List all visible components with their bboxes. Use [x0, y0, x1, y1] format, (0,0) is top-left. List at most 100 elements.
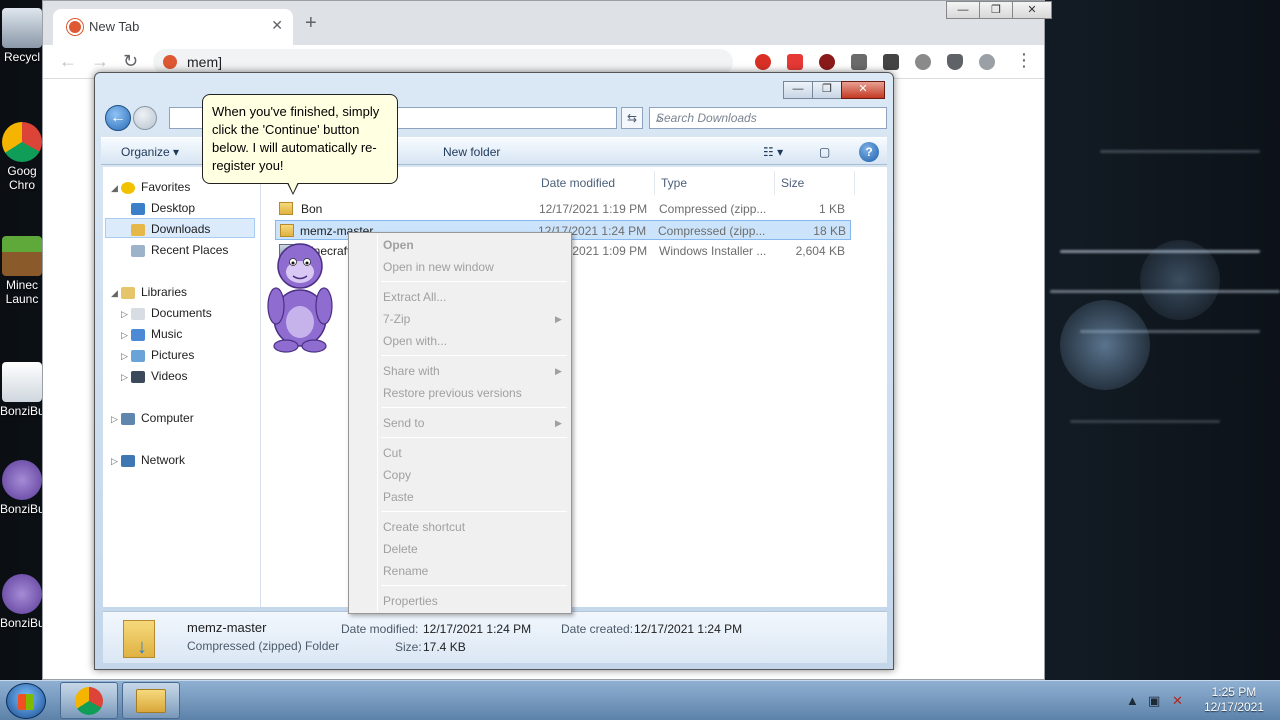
column-header-size[interactable]: Size	[775, 171, 855, 195]
profile-avatar-icon[interactable]	[979, 54, 995, 70]
extension-dark-icon[interactable]	[883, 54, 899, 70]
navigation-pane: ◢ Favorites Desktop Downloads Recent Plac…	[103, 167, 261, 607]
nav-favorites[interactable]: ◢ Favorites	[111, 177, 190, 197]
menu-item-share-with[interactable]: Share with ▶	[383, 361, 563, 381]
network-tray-icon[interactable]: ▣	[1148, 693, 1160, 709]
nav-pictures[interactable]: ▷ Pictures	[121, 345, 194, 365]
explorer-close-button[interactable]: ✕	[841, 81, 885, 99]
new-tab-button[interactable]: +	[305, 13, 317, 33]
desktop-icon-bonzibuddy-1[interactable]: BonziBu	[0, 362, 44, 418]
bonzi-speech-balloon: When you've finished, simply click the '…	[202, 94, 398, 195]
volume-muted-icon[interactable]: ✕	[1172, 693, 1183, 709]
nav-desktop[interactable]: Desktop	[131, 198, 195, 218]
extension-grey-icon[interactable]	[851, 54, 867, 70]
view-options-icon[interactable]: ☷ ▾	[763, 145, 783, 159]
menu-item-send-to[interactable]: Send to ▶	[383, 413, 563, 433]
submenu-arrow-icon: ▶	[555, 314, 562, 324]
clock[interactable]: 1:25 PM 12/17/2021	[1204, 685, 1264, 715]
chrome-icon	[75, 687, 103, 715]
tab-new-tab[interactable]: New Tab ✕	[53, 9, 293, 45]
menu-item-properties[interactable]: Properties	[383, 591, 438, 611]
desktop-icon-bonzibuddy-3[interactable]: BonziBu	[0, 574, 44, 630]
videos-icon	[131, 370, 145, 383]
search-icon: ⌕	[656, 111, 663, 125]
desktop-icon-google-chrome[interactable]: Goog Chro	[0, 122, 44, 192]
back-button[interactable]: ←	[59, 51, 77, 72]
close-button[interactable]: ✕	[1012, 1, 1052, 19]
duckduckgo-icon	[67, 19, 83, 35]
menu-item-extract-all[interactable]: Extract All...	[383, 287, 446, 307]
minimize-button[interactable]: —	[946, 1, 980, 19]
extensions-puzzle-icon[interactable]	[947, 54, 963, 70]
details-date-created: 12/17/2021 1:24 PM	[634, 622, 743, 636]
extension-play-icon[interactable]	[755, 54, 771, 70]
nav-libraries[interactable]: ◢ Libraries	[111, 282, 187, 302]
menu-item-open-new-window[interactable]: Open in new window	[383, 257, 494, 277]
nav-documents[interactable]: ▷ Documents	[121, 303, 212, 323]
menu-item-cut[interactable]: Cut	[383, 443, 402, 463]
chrome-menu-icon[interactable]: ⋮	[1015, 50, 1033, 71]
nav-downloads[interactable]: Downloads	[105, 218, 255, 238]
menu-item-rename[interactable]: Rename	[383, 561, 428, 581]
help-icon[interactable]: ?	[859, 142, 879, 162]
desktop-icon-recycle-bin[interactable]: Recycl	[0, 8, 44, 64]
column-header-date-modified[interactable]: Date modified	[535, 171, 655, 195]
taskbar-explorer[interactable]	[122, 682, 180, 719]
extension-red-icon[interactable]	[819, 54, 835, 70]
nav-network[interactable]: ▷ Network	[111, 450, 185, 470]
nav-recent-places[interactable]: Recent Places	[131, 240, 228, 260]
details-file-name: memz-master	[187, 620, 267, 635]
explorer-forward-button[interactable]	[133, 106, 157, 130]
bonzi-buddy-character[interactable]	[258, 236, 342, 354]
nav-computer[interactable]: ▷ Computer	[111, 408, 194, 428]
desktop-icon-minecraft-launcher[interactable]: Minec Launc	[0, 236, 44, 306]
desktop-icon	[131, 202, 145, 215]
download-arrow-icon: ↓	[137, 636, 147, 658]
explorer-maximize-button[interactable]: ❐	[812, 81, 842, 99]
taskbar-chrome[interactable]	[60, 682, 118, 719]
menu-item-open-with[interactable]: Open with...	[383, 331, 447, 351]
recent-places-icon	[131, 244, 145, 257]
extension-youtube-icon[interactable]	[787, 54, 803, 70]
minecraft-icon	[2, 236, 42, 276]
details-pane: ↓ memz-master Compressed (zipped) Folder…	[103, 611, 887, 663]
new-folder-button[interactable]: New folder	[443, 145, 500, 159]
maximize-button[interactable]: ❐	[979, 1, 1013, 19]
clock-time: 1:25 PM	[1211, 685, 1257, 699]
taskbar: ▲ ▣ ✕ 1:25 PM 12/17/2021	[0, 680, 1280, 720]
document-icon	[2, 362, 42, 402]
context-menu: Open Open in new window Extract All... 7…	[348, 232, 572, 614]
tab-close-icon[interactable]: ✕	[271, 17, 283, 34]
start-button[interactable]	[6, 683, 46, 719]
music-icon	[131, 328, 145, 341]
menu-item-open[interactable]: Open	[383, 235, 414, 255]
reload-button[interactable]: ↻	[123, 51, 138, 72]
forward-button[interactable]: →	[91, 51, 109, 72]
omnibox-text[interactable]: mem]	[187, 54, 222, 70]
computer-icon	[121, 412, 135, 425]
menu-item-7zip[interactable]: 7-Zip ▶	[383, 309, 563, 329]
network-icon	[121, 454, 135, 467]
nav-videos[interactable]: ▷ Videos	[121, 366, 187, 386]
desktop-icon-bonzibuddy-2[interactable]: BonziBu	[0, 460, 44, 516]
nav-music[interactable]: ▷ Music	[121, 324, 182, 344]
documents-icon	[131, 307, 145, 320]
menu-item-create-shortcut[interactable]: Create shortcut	[383, 517, 465, 537]
submenu-arrow-icon: ▶	[555, 366, 562, 376]
pictures-icon	[131, 349, 145, 362]
explorer-back-button[interactable]: ←	[105, 105, 131, 131]
organize-button[interactable]: Organize ▾	[121, 145, 179, 159]
recycle-bin-icon	[2, 8, 42, 48]
menu-item-restore-previous-versions[interactable]: Restore previous versions	[383, 383, 522, 403]
explorer-search-input[interactable]: Search Downloads ⌕	[649, 107, 887, 129]
explorer-minimize-button[interactable]: —	[783, 81, 813, 99]
explorer-refresh-button[interactable]: ⇆	[621, 107, 643, 129]
preview-pane-icon[interactable]: ▢	[819, 145, 830, 159]
menu-item-delete[interactable]: Delete	[383, 539, 418, 559]
extension-circle-icon[interactable]	[915, 54, 931, 70]
menu-item-copy[interactable]: Copy	[383, 465, 411, 485]
column-header-type[interactable]: Type	[655, 171, 775, 195]
menu-item-paste[interactable]: Paste	[383, 487, 414, 507]
file-row[interactable]: Bon 12/17/2021 1:19 PM Compressed (zipp.…	[275, 199, 851, 219]
show-hidden-icons-icon[interactable]: ▲	[1126, 693, 1139, 708]
